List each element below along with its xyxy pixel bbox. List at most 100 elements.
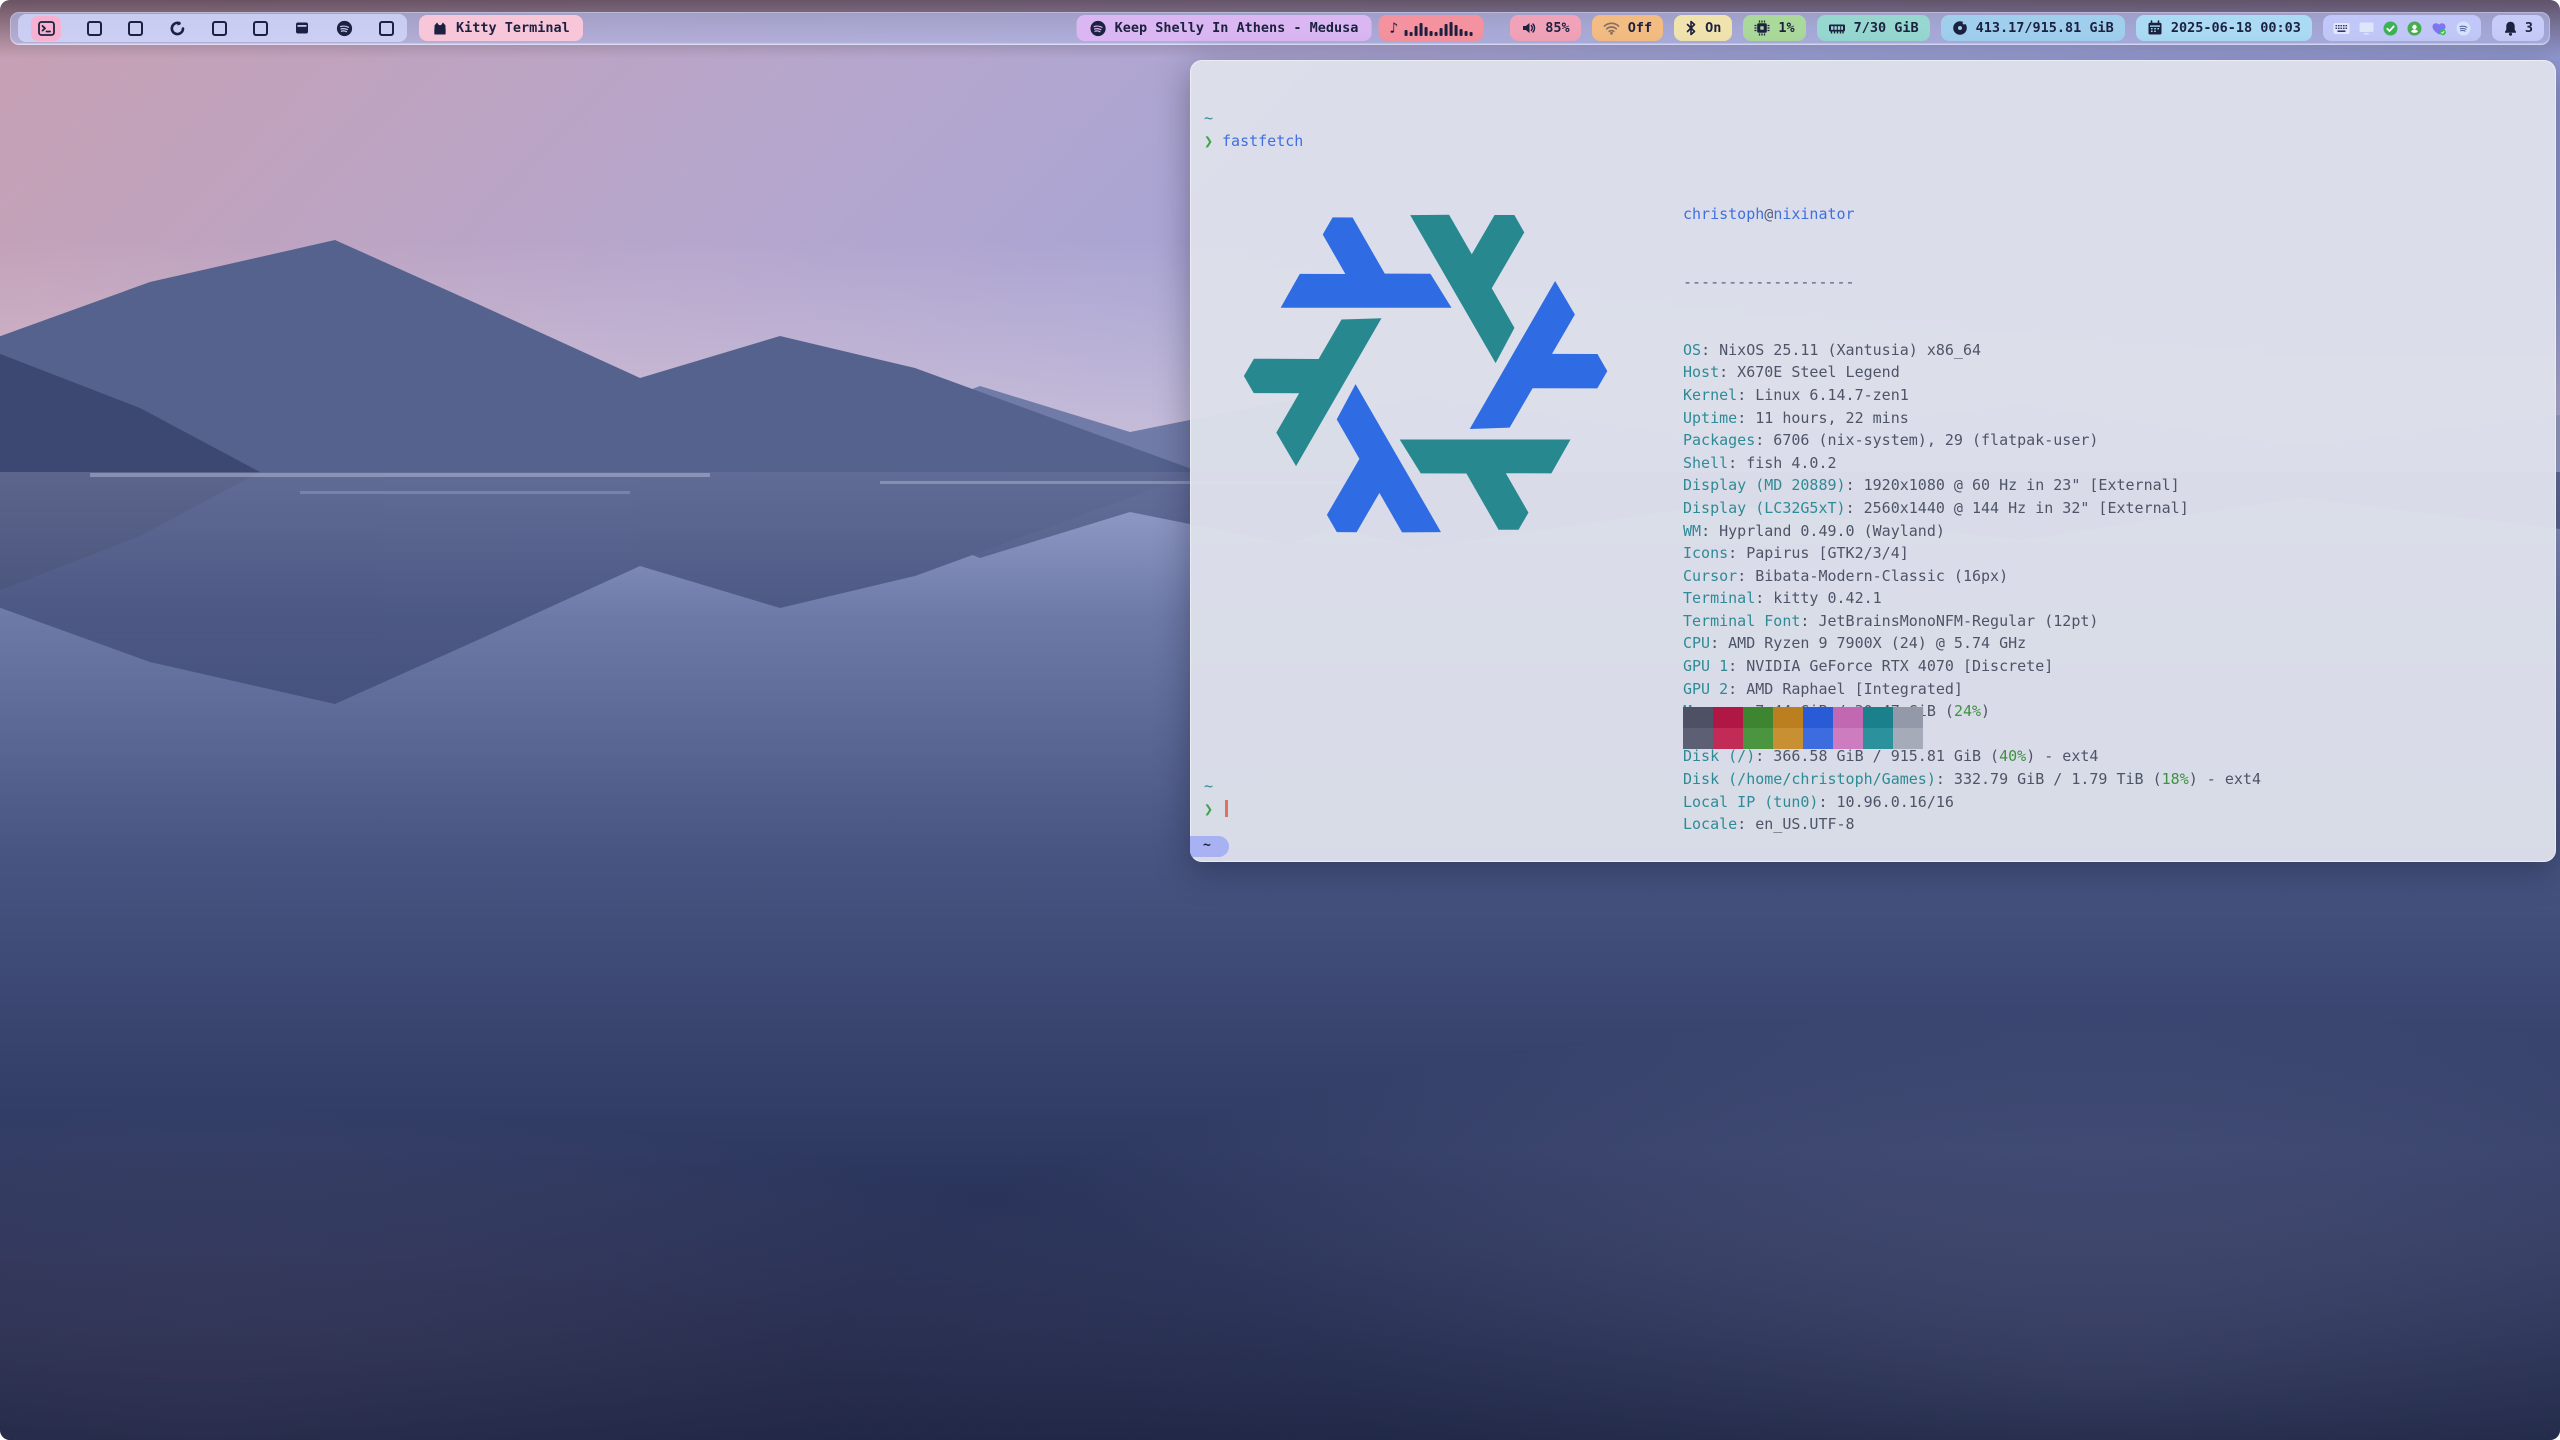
fetch-at: @ (1764, 205, 1773, 223)
palette-swatch (1893, 707, 1923, 728)
app-window-icon (294, 20, 310, 36)
palette-swatch (1803, 707, 1833, 728)
bluetooth-icon (1685, 20, 1697, 36)
cpu-usage: 1% (1778, 20, 1794, 36)
heart-tray-icon[interactable] (2431, 21, 2447, 36)
workspaces (18, 14, 407, 42)
visualizer-bar (1469, 32, 1472, 36)
spotify-tray-icon[interactable] (2456, 21, 2471, 36)
music-track-title: Keep Shelly In Athens - Medusa (1115, 20, 1359, 36)
music-pill[interactable]: Keep Shelly In Athens - Medusa (1077, 15, 1372, 41)
text-cursor (1225, 800, 1228, 817)
palette-swatch (1713, 707, 1743, 728)
active-window-pill[interactable]: Kitty Terminal (419, 15, 583, 41)
workspace-7[interactable] (294, 20, 310, 36)
fetch-info-line: Kernel: Linux 6.14.7-zen1 (1683, 384, 2261, 407)
system-tray (2323, 15, 2481, 41)
workspace-5[interactable] (212, 21, 227, 36)
ram-icon (1828, 21, 1846, 35)
current-prompt: ~ ❯ (1204, 775, 1228, 820)
fetch-underline: ------------------- (1683, 271, 2261, 294)
status-bar: Kitty Terminal Keep Shelly In Athens - M… (10, 12, 2550, 44)
palette-swatch (1683, 707, 1713, 728)
terminal-color-palette (1683, 707, 1923, 749)
fetch-info-line: Terminal Font: JetBrainsMonoNFM-Regular … (1683, 610, 2261, 633)
terminal-window[interactable]: ~ ❯ fastfetch christoph@nixinator -------… (1190, 60, 2556, 862)
workspace-3[interactable] (128, 21, 143, 36)
palette-swatch (1743, 728, 1773, 749)
notifications-pill[interactable]: 3 (2492, 15, 2544, 41)
keyboard-tray-icon[interactable] (2333, 22, 2350, 35)
workspace-4[interactable] (169, 20, 186, 37)
visualizer-bar (1414, 26, 1417, 36)
workspace-9[interactable] (379, 21, 394, 36)
workspace-8[interactable] (336, 20, 353, 37)
workspace-2[interactable] (87, 21, 102, 36)
cat-icon (432, 21, 448, 36)
palette-swatch (1863, 728, 1893, 749)
cpu-chip-icon (1754, 20, 1770, 36)
memory-pill[interactable]: 7/30 GiB (1817, 15, 1930, 41)
terminal-tab-bar: ~ (1190, 833, 1229, 854)
volume-pill[interactable]: 85% (1510, 15, 1580, 41)
input-line[interactable]: ❯ (1204, 798, 1228, 821)
visualizer-pill[interactable]: ♪ (1378, 15, 1483, 41)
command-line: ❯ fastfetch (1204, 130, 1303, 153)
check-tray-icon[interactable] (2383, 21, 2398, 36)
bluetooth-pill[interactable]: On (1674, 15, 1732, 41)
contact-tray-icon[interactable] (2407, 21, 2422, 36)
display-tray-icon[interactable] (2359, 22, 2374, 35)
fetch-info-line: Packages: 6706 (nix-system), 29 (flatpak… (1683, 429, 2261, 452)
fetch-user: christoph (1683, 205, 1764, 223)
fetch-info-line: Display (MD 20889): 1920x1080 @ 60 Hz in… (1683, 474, 2261, 497)
music-note-icon: ♪ (1389, 21, 1398, 36)
fetch-info-line: Local IP (tun0): 10.96.0.16/16 (1683, 791, 2261, 814)
calendar-icon (2147, 20, 2163, 36)
wifi-pill[interactable]: Off (1592, 15, 1663, 41)
fetch-info-line: GPU 1: NVIDIA GeForce RTX 4070 [Discrete… (1683, 655, 2261, 678)
nixos-logo (1203, 155, 1648, 592)
disk-usage: 413.17/915.81 GiB (1976, 20, 2114, 36)
fetch-info-line: GPU 2: AMD Raphael [Integrated] (1683, 678, 2261, 701)
fetch-info-line: WM: Hyprland 0.49.0 (Wayland) (1683, 520, 2261, 543)
fetch-info-line: CPU: AMD Ryzen 9 7900X (24) @ 5.74 GHz (1683, 632, 2261, 655)
bar-right-section: 85% Off On 1% 7/30 GiB 413.17/915.81 GiB (1510, 15, 2544, 41)
visualizer-bar (1434, 32, 1437, 36)
clock-datetime: 2025-06-18 00:03 (2171, 20, 2301, 36)
palette-swatch (1773, 728, 1803, 749)
wifi-icon (1603, 21, 1620, 35)
palette-swatch (1893, 728, 1923, 749)
disk-pill[interactable]: 413.17/915.81 GiB (1941, 15, 2125, 41)
terminal-tab[interactable]: ~ (1190, 836, 1229, 857)
wifi-status: Off (1628, 20, 1652, 36)
visualizer-bar (1464, 31, 1467, 36)
fastfetch-output: christoph@nixinator ------------------- … (1683, 158, 2261, 862)
workspace-1[interactable] (31, 16, 61, 41)
active-window-title: Kitty Terminal (456, 20, 570, 36)
bar-left-section: Kitty Terminal (18, 14, 583, 42)
fetch-info-line: Cursor: Bibata-Modern-Classic (16px) (1683, 565, 2261, 588)
workspace-6[interactable] (253, 21, 268, 36)
visualizer-bar (1404, 30, 1407, 36)
palette-swatch (1773, 707, 1803, 728)
empty-workspace-icon (212, 21, 227, 36)
prompt-path-line: ~ (1204, 107, 1303, 130)
visualizer-bar (1424, 27, 1427, 36)
typed-command: fastfetch (1222, 132, 1303, 150)
fetch-title: christoph@nixinator (1683, 203, 2261, 226)
prompt-path: ~ (1204, 777, 1213, 795)
bar-center-section: Keep Shelly In Athens - Medusa ♪ (1077, 15, 1484, 41)
fetch-info-line: Uptime: 11 hours, 22 mins (1683, 407, 2261, 430)
cpu-pill[interactable]: 1% (1743, 15, 1805, 41)
palette-swatch (1683, 728, 1713, 749)
visualizer-bar (1444, 24, 1447, 36)
clock-pill[interactable]: 2025-06-18 00:03 (2136, 15, 2312, 41)
palette-swatch (1833, 707, 1863, 728)
prompt-symbol: ❯ (1204, 132, 1213, 150)
visualizer-bar (1449, 22, 1452, 36)
speaker-icon (1521, 20, 1537, 36)
memory-usage: 7/30 GiB (1854, 20, 1919, 36)
notification-count: 3 (2525, 20, 2533, 36)
browser-icon (169, 20, 186, 37)
palette-swatch (1803, 728, 1833, 749)
